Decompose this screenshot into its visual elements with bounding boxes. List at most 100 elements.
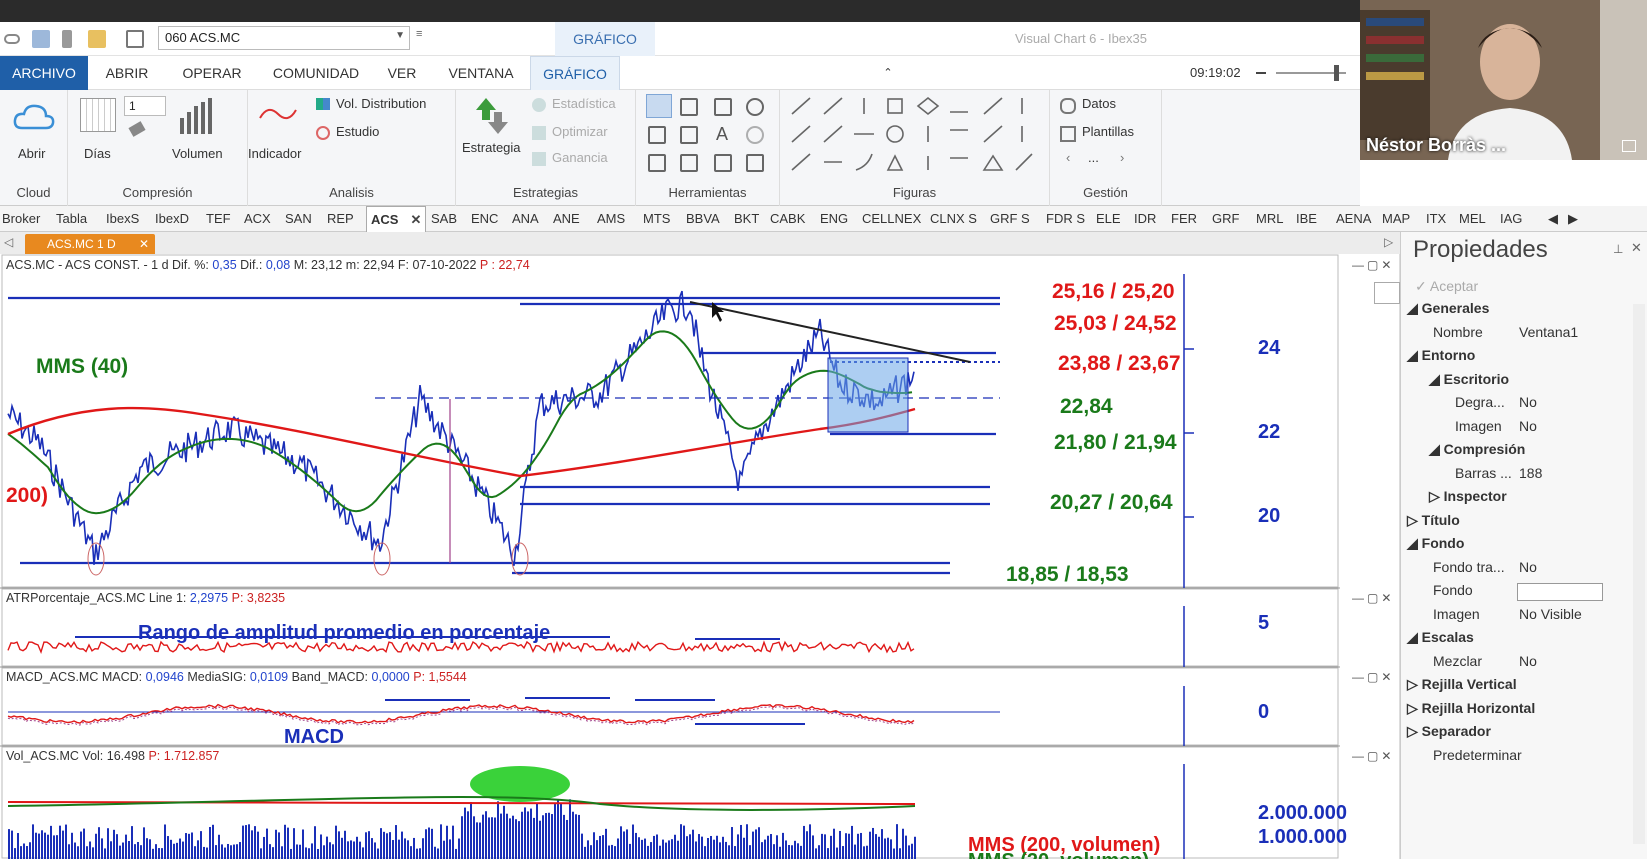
more-button[interactable]: ...	[1088, 150, 1099, 165]
window-icon[interactable]	[126, 30, 144, 48]
property-generales[interactable]: ◢ Generales	[1407, 300, 1489, 317]
prev-icon[interactable]: ‹	[1066, 150, 1070, 165]
property-value[interactable]: No	[1519, 418, 1537, 434]
property-value[interactable]: No Visible	[1519, 606, 1582, 622]
indicador-button[interactable]: Indicador	[248, 146, 301, 161]
menu-grafico[interactable]: GRÁFICO	[530, 56, 620, 90]
vol-distribution-button[interactable]: Vol. Distribution	[336, 96, 426, 111]
menu-abrir[interactable]: ABRIR	[96, 56, 158, 90]
ticker-tab-map[interactable]: MAP	[1382, 206, 1410, 232]
ticker-tab-bbva[interactable]: BBVA	[686, 206, 720, 232]
tabs-scroll-left-icon[interactable]: ◀	[1548, 206, 1558, 232]
estrategia-button[interactable]: Estrategia	[462, 140, 521, 155]
property-fondo[interactable]: Fondo	[1433, 582, 1473, 598]
vol-panel-window-controls[interactable]: —▢✕	[1352, 749, 1394, 763]
menu-archivo[interactable]: ARCHIVO	[0, 56, 88, 90]
ticker-tab-cellnex[interactable]: CELLNEX	[862, 206, 921, 232]
scroll-left-icon[interactable]: ◁	[4, 235, 13, 249]
ticker-tab-idr[interactable]: IDR	[1134, 206, 1156, 232]
ticker-tab-fdr-s[interactable]: FDR S	[1046, 206, 1085, 232]
price-panel-window-controls[interactable]: —▢✕	[1352, 258, 1394, 272]
scroll-right-icon[interactable]: ▷	[1384, 235, 1393, 249]
ticker-tab-ams[interactable]: AMS	[597, 206, 625, 232]
property-predeterminar[interactable]: Predeterminar	[1433, 747, 1522, 763]
tool-10-icon[interactable]	[680, 154, 698, 172]
zoom-minus-icon[interactable]	[1256, 72, 1266, 74]
ticker-tab-mrl[interactable]: MRL	[1256, 206, 1283, 232]
tabs-scroll-right-icon[interactable]: ▶	[1568, 206, 1578, 232]
ticker-tab-grf-s[interactable]: GRF S	[990, 206, 1030, 232]
ticker-tab-mel[interactable]: MEL	[1459, 206, 1486, 232]
property-entorno[interactable]: ◢ Entorno	[1407, 347, 1475, 364]
property-degra-[interactable]: Degra...	[1455, 394, 1505, 410]
collapse-ribbon-icon[interactable]: ⌃	[878, 56, 898, 90]
property-nombre[interactable]: Nombre	[1433, 324, 1483, 340]
ticker-tab-ele[interactable]: ELE	[1096, 206, 1121, 232]
next-icon[interactable]: ›	[1120, 150, 1124, 165]
property-barras-[interactable]: Barras ...	[1455, 465, 1512, 481]
tool-5-icon[interactable]	[648, 126, 666, 144]
tool-6-icon[interactable]	[680, 126, 698, 144]
property-escritorio[interactable]: ◢ Escritorio	[1429, 371, 1509, 388]
chart-canvas[interactable]	[0, 254, 1400, 859]
text-tool-icon[interactable]: A	[716, 124, 728, 145]
property-inspector[interactable]: ▷ Inspector	[1429, 488, 1507, 505]
customize-icon[interactable]: ≡	[416, 28, 434, 46]
ticker-tab-acx[interactable]: ACX	[244, 206, 271, 232]
property-fondo-tra-[interactable]: Fondo tra...	[1433, 559, 1505, 575]
property-value[interactable]: 188	[1519, 465, 1542, 481]
close-panel-icon[interactable]: ✕	[1631, 240, 1642, 256]
property-value[interactable]: Ventana1	[1519, 324, 1578, 340]
ticker-tab-broker[interactable]: Broker	[2, 206, 40, 232]
ticker-tab-cabk[interactable]: CABK	[770, 206, 805, 232]
color-picker-field[interactable]	[1517, 583, 1603, 601]
property-separador[interactable]: ▷ Separador	[1407, 723, 1491, 740]
estadistica-button[interactable]: Estadística	[552, 96, 616, 111]
folder-icon[interactable]	[88, 30, 106, 48]
ticker-tab-mts[interactable]: MTS	[643, 206, 670, 232]
menu-comunidad[interactable]: COMUNIDAD	[266, 56, 366, 90]
property-compresión[interactable]: ◢ Compresión	[1429, 441, 1525, 458]
brush-icon[interactable]	[128, 121, 146, 137]
ticker-tab-tef[interactable]: TEF	[206, 206, 231, 232]
menu-ver[interactable]: VER	[384, 56, 420, 90]
ticker-tab-aena[interactable]: AENA	[1336, 206, 1371, 232]
ticker-tab-san[interactable]: SAN	[285, 206, 312, 232]
plantillas-button[interactable]: Plantillas	[1082, 124, 1134, 139]
property-rejilla-vertical[interactable]: ▷ Rejilla Vertical	[1407, 676, 1517, 693]
tool-11-icon[interactable]	[714, 154, 732, 172]
menu-ventana[interactable]: VENTANA	[440, 56, 522, 90]
ticker-tab-ibexs[interactable]: IbexS	[106, 206, 139, 232]
property-value[interactable]: No	[1519, 394, 1537, 410]
tool-8-icon[interactable]	[746, 126, 764, 144]
pin-panel-icon[interactable]: ⊥	[1613, 242, 1623, 256]
menu-operar[interactable]: OPERAR	[176, 56, 248, 90]
ganancia-button[interactable]: Ganancia	[552, 150, 608, 165]
select-pointer-tool[interactable]	[646, 94, 672, 118]
link-icon[interactable]	[4, 34, 20, 44]
abrir-cloud-button[interactable]: Abrir	[18, 146, 45, 161]
close-icon[interactable]: ✕	[139, 234, 149, 254]
ticker-tab-ana[interactable]: ANA	[512, 206, 539, 232]
ticker-tab-clnx-s[interactable]: CLNX S	[930, 206, 977, 232]
property-imagen[interactable]: Imagen	[1455, 418, 1502, 434]
ticker-tab-rep[interactable]: REP	[327, 206, 354, 232]
estudio-button[interactable]: Estudio	[336, 124, 379, 139]
zoom-slider-thumb[interactable]	[1334, 65, 1339, 81]
zoom-tool-icon[interactable]	[746, 98, 764, 116]
tool-9-icon[interactable]	[648, 154, 666, 172]
panel-settings-icon[interactable]	[1374, 282, 1400, 304]
property-título[interactable]: ▷ Título	[1407, 512, 1460, 529]
ticker-tab-ibexd[interactable]: IbexD	[155, 206, 189, 232]
property-imagen[interactable]: Imagen	[1433, 606, 1480, 622]
ticker-tab-sab[interactable]: SAB	[431, 206, 457, 232]
pin-icon[interactable]	[62, 30, 72, 48]
tool-3-icon[interactable]	[714, 98, 732, 116]
compression-input[interactable]: 1	[124, 96, 166, 116]
close-icon[interactable]: ✕	[410, 212, 421, 227]
macd-panel-window-controls[interactable]: —▢✕	[1352, 670, 1394, 684]
ticker-tab-ibe[interactable]: IBE	[1296, 206, 1317, 232]
volumen-button[interactable]: Volumen	[172, 146, 223, 161]
aceptar-button[interactable]: ✓ Aceptar	[1415, 278, 1478, 295]
ticker-tab-bkt[interactable]: BKT	[734, 206, 759, 232]
